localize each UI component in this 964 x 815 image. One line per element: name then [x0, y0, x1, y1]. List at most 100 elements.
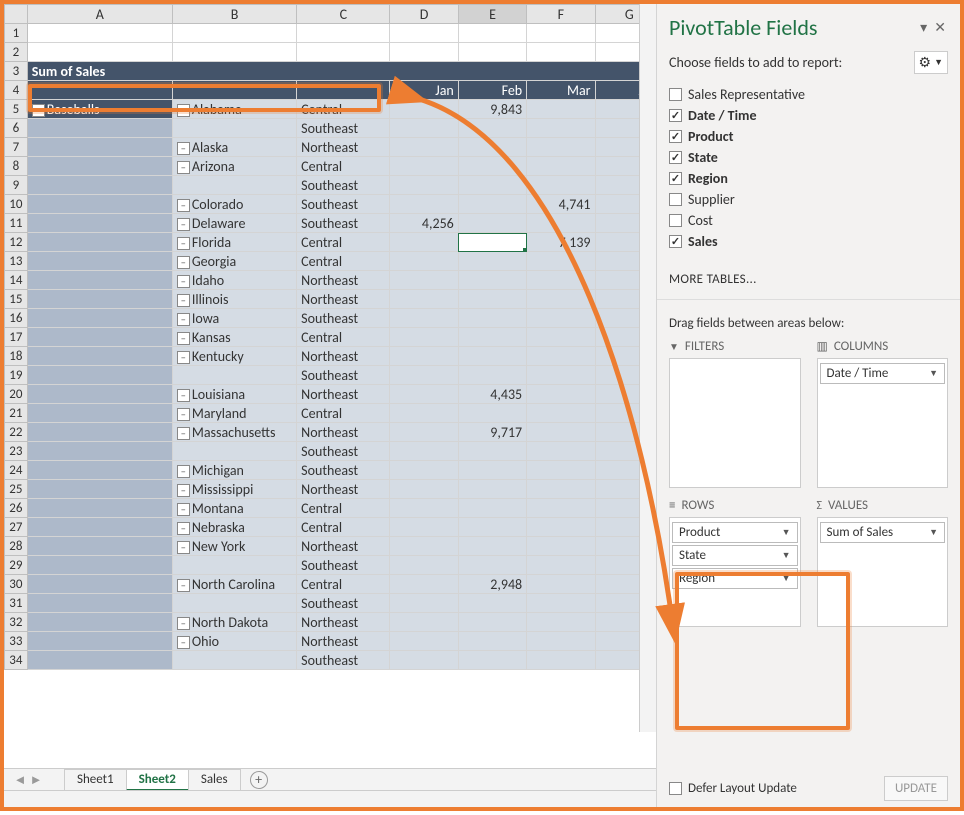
cell[interactable]: [390, 442, 458, 461]
cell[interactable]: [527, 366, 595, 385]
cell[interactable]: Northeast: [297, 480, 390, 499]
cell[interactable]: [527, 252, 595, 271]
cell[interactable]: Central: [297, 100, 390, 119]
col-header[interactable]: E: [458, 5, 526, 24]
cell[interactable]: −Montana: [172, 499, 296, 518]
cell[interactable]: [27, 594, 172, 613]
cell[interactable]: [527, 613, 595, 632]
cell[interactable]: [527, 537, 595, 556]
cell[interactable]: Northeast: [297, 385, 390, 404]
collapse-icon[interactable]: −: [177, 389, 190, 402]
field-list-item[interactable]: Product: [669, 126, 948, 147]
cell[interactable]: Northeast: [297, 632, 390, 651]
collapse-icon[interactable]: −: [177, 541, 190, 554]
columns-drop-area[interactable]: Date / Time▼: [817, 358, 949, 488]
cell[interactable]: Central: [297, 518, 390, 537]
cell[interactable]: Northeast: [297, 537, 390, 556]
cell[interactable]: [390, 537, 458, 556]
cell[interactable]: [27, 252, 172, 271]
cell[interactable]: [458, 594, 526, 613]
cell[interactable]: [172, 556, 296, 575]
row-header[interactable]: 4: [5, 81, 28, 100]
cell[interactable]: −Nebraska: [172, 518, 296, 537]
cell[interactable]: [27, 214, 172, 233]
cell[interactable]: [527, 442, 595, 461]
cell[interactable]: [390, 594, 458, 613]
cell[interactable]: [390, 632, 458, 651]
cell[interactable]: −Mississippi: [172, 480, 296, 499]
cell[interactable]: [390, 138, 458, 157]
cell[interactable]: Southeast: [297, 195, 390, 214]
cell[interactable]: [458, 138, 526, 157]
row-header[interactable]: 19: [5, 366, 28, 385]
cell[interactable]: [390, 366, 458, 385]
cell[interactable]: [527, 138, 595, 157]
row-header[interactable]: 23: [5, 442, 28, 461]
cell[interactable]: [27, 632, 172, 651]
cell[interactable]: [27, 157, 172, 176]
row-header[interactable]: 17: [5, 328, 28, 347]
tab-nav-next-icon[interactable]: ►: [28, 772, 44, 788]
cell[interactable]: 4,741: [527, 195, 595, 214]
cell[interactable]: Northeast: [297, 423, 390, 442]
sheet-tab[interactable]: Sheet2: [126, 769, 189, 791]
cell[interactable]: Central: [297, 499, 390, 518]
area-field-chip[interactable]: Date / Time▼: [820, 363, 946, 384]
cell[interactable]: [27, 442, 172, 461]
row-header[interactable]: 15: [5, 290, 28, 309]
row-header[interactable]: 28: [5, 537, 28, 556]
cell[interactable]: [458, 157, 526, 176]
cell[interactable]: 2,948: [458, 575, 526, 594]
cell[interactable]: [172, 119, 296, 138]
cell[interactable]: Southeast: [297, 309, 390, 328]
cell[interactable]: [390, 423, 458, 442]
cell[interactable]: Southeast: [297, 594, 390, 613]
row-header[interactable]: 8: [5, 157, 28, 176]
row-header[interactable]: 25: [5, 480, 28, 499]
cell[interactable]: [458, 233, 526, 252]
cell[interactable]: [527, 404, 595, 423]
cell[interactable]: 4,256: [390, 214, 458, 233]
collapse-icon[interactable]: −: [177, 161, 190, 174]
collapse-icon[interactable]: −: [177, 427, 190, 440]
cell[interactable]: [458, 632, 526, 651]
cell[interactable]: [27, 309, 172, 328]
row-header[interactable]: 5: [5, 100, 28, 119]
cell[interactable]: [27, 499, 172, 518]
col-header[interactable]: F: [527, 5, 595, 24]
cell[interactable]: −Florida: [172, 233, 296, 252]
cell[interactable]: [27, 195, 172, 214]
rows-drop-area[interactable]: Product▼State▼Region▼: [669, 517, 801, 627]
collapse-icon[interactable]: −: [177, 636, 190, 649]
field-list-item[interactable]: Date / Time: [669, 105, 948, 126]
row-header[interactable]: 9: [5, 176, 28, 195]
cell[interactable]: −Ohio: [172, 632, 296, 651]
row-header[interactable]: 34: [5, 651, 28, 670]
collapse-icon[interactable]: −: [177, 294, 190, 307]
cell[interactable]: [27, 404, 172, 423]
cell[interactable]: [458, 176, 526, 195]
cell[interactable]: [527, 651, 595, 670]
cell[interactable]: Southeast: [297, 366, 390, 385]
row-header[interactable]: 1: [5, 24, 28, 43]
cell[interactable]: [527, 594, 595, 613]
cell[interactable]: [527, 385, 595, 404]
cell[interactable]: [27, 423, 172, 442]
cell[interactable]: [27, 138, 172, 157]
collapse-icon[interactable]: −: [177, 104, 190, 117]
cell[interactable]: [458, 252, 526, 271]
cell[interactable]: [458, 613, 526, 632]
cell[interactable]: −North Carolina: [172, 575, 296, 594]
row-header[interactable]: 11: [5, 214, 28, 233]
cell[interactable]: −Arizona: [172, 157, 296, 176]
cell[interactable]: −Louisiana: [172, 385, 296, 404]
cell[interactable]: [390, 347, 458, 366]
collapse-icon[interactable]: −: [177, 332, 190, 345]
cell[interactable]: [527, 309, 595, 328]
cell[interactable]: Northeast: [297, 613, 390, 632]
cell[interactable]: Southeast: [297, 461, 390, 480]
cell[interactable]: [27, 537, 172, 556]
collapse-icon[interactable]: −: [177, 503, 190, 516]
spreadsheet-grid[interactable]: A B C D E F G 123 Sum of Sales4 JanFebMa…: [4, 4, 656, 670]
cell[interactable]: [27, 119, 172, 138]
